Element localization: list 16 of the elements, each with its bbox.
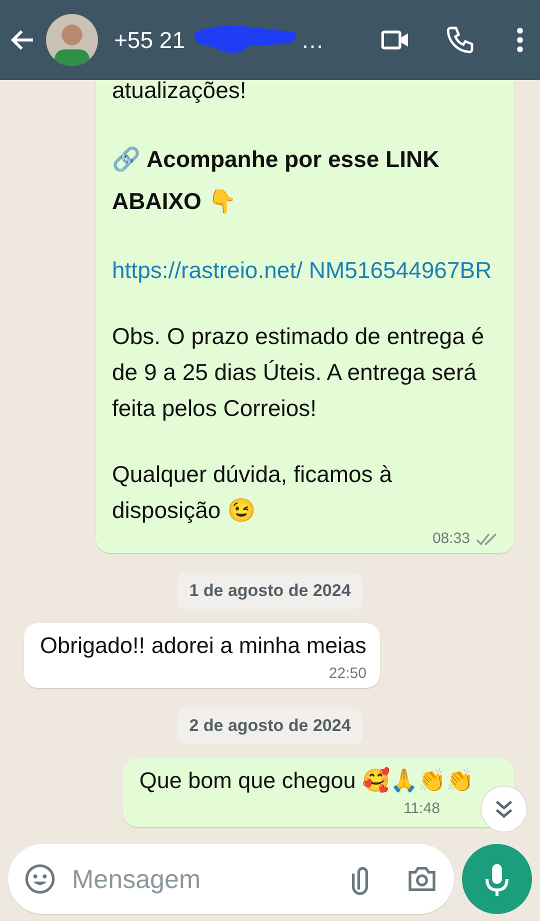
message-text: Qualquer dúvida, ficamos à disposição 😉 (112, 460, 393, 525)
message-text: atualizações! (112, 80, 248, 105)
message-text: Que bom que chegou 🥰🙏👏👏 (139, 766, 474, 795)
message-time: 11:48 (404, 800, 440, 817)
message-text: 🔗 Acompanhe por esse LINK ABAIXO 👇 (112, 145, 440, 216)
message-field[interactable]: Mensagem (8, 844, 454, 914)
date-chip: 1 de agosto de 2024 (177, 573, 363, 609)
message-time: 22:50 (328, 665, 366, 682)
date-chip: 2 de agosto de 2024 (177, 708, 363, 744)
message-input[interactable]: Mensagem (70, 862, 330, 896)
tracking-link[interactable]: https://rastreio.net/ NM516544967BR (112, 252, 500, 288)
message-time: 08:33 (432, 530, 470, 547)
contact-name[interactable]: +55 21 (114, 26, 185, 54)
message-text: Obrigado!! adorei a minha meias (40, 632, 366, 660)
title-ellipsis: … (301, 26, 324, 54)
message-text: Obs. O prazo estimado de entrega é de 9 a 25 dias Úteis. A entrega será feita pelos Correios! (112, 322, 486, 423)
